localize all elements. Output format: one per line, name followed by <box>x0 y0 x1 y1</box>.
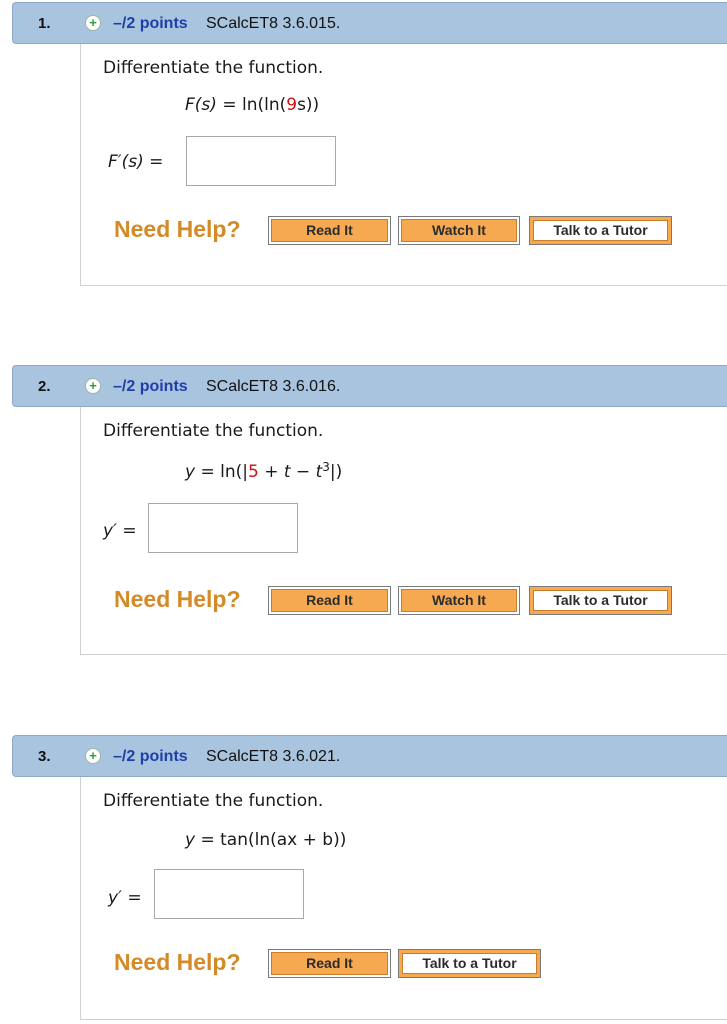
plus-circle-icon[interactable]: + <box>85 748 101 764</box>
question-header: 3. + –/2 points SCalcET8 3.6.021. <box>12 735 727 777</box>
answer-input[interactable] <box>148 503 298 553</box>
plus-circle-icon[interactable]: + <box>85 15 101 31</box>
question-header: 1. + –/2 points SCalcET8 3.6.015. <box>12 2 727 44</box>
read-it-button[interactable]: Read It <box>268 216 391 245</box>
eq-constant: 5 <box>247 462 259 482</box>
eq-lhs: y <box>185 830 196 850</box>
points-label: –/2 points <box>113 378 188 395</box>
question-number: 2. <box>38 378 51 395</box>
eq-post: s)) <box>297 95 320 115</box>
watch-it-button[interactable]: Watch It <box>398 216 520 245</box>
need-help-label: Need Help? <box>114 949 241 975</box>
watch-it-button[interactable]: Watch It <box>398 586 520 615</box>
read-it-button[interactable]: Read It <box>268 949 391 978</box>
talk-to-tutor-button[interactable]: Talk to a Tutor <box>529 216 672 245</box>
function-equation: y = ln(|5 + t − t3|) <box>185 460 343 482</box>
eq-lhs: F(s) <box>185 95 217 115</box>
answer-input[interactable] <box>186 136 336 186</box>
answer-input[interactable] <box>154 869 304 919</box>
question-body <box>80 44 727 286</box>
answer-label-text: y′ = <box>103 521 137 541</box>
eq-pre: ln(ln( <box>241 95 287 115</box>
eq-constant: 9 <box>286 95 298 115</box>
eq-lhs: y <box>185 462 196 482</box>
eq-sign: = <box>200 462 215 482</box>
eq-pre: ln(| <box>220 462 248 482</box>
function-equation: y = tan(ln(ax + b)) <box>185 830 346 850</box>
answer-label: y′ = <box>108 888 142 908</box>
eq-post: + t − t <box>258 462 323 482</box>
question-prompt: Differentiate the function. <box>103 58 324 78</box>
talk-to-tutor-button[interactable]: Talk to a Tutor <box>529 586 672 615</box>
eq-end: |) <box>329 462 343 482</box>
answer-label-text: y′ = <box>108 888 142 908</box>
eq-pre: tan(ln(ax + b)) <box>220 830 347 850</box>
eq-exponent: 3 <box>322 460 330 474</box>
points-label: –/2 points <box>113 748 188 765</box>
need-help-label: Need Help? <box>114 586 241 612</box>
function-equation: F(s) = ln(ln(9s)) <box>185 95 319 115</box>
read-it-button[interactable]: Read It <box>268 586 391 615</box>
question-header: 2. + –/2 points SCalcET8 3.6.016. <box>12 365 727 407</box>
answer-label: F′(s) = <box>108 152 163 172</box>
question-code: SCalcET8 3.6.015. <box>206 15 341 32</box>
question-prompt: Differentiate the function. <box>103 421 324 441</box>
eq-sign: = <box>222 95 237 115</box>
plus-circle-icon[interactable]: + <box>85 378 101 394</box>
answer-label: y′ = <box>103 521 137 541</box>
answer-label-text: F′(s) = <box>108 152 164 172</box>
eq-sign: = <box>200 830 215 850</box>
question-number: 1. <box>38 15 51 32</box>
points-label: –/2 points <box>113 15 188 32</box>
question-prompt: Differentiate the function. <box>103 791 324 811</box>
question-code: SCalcET8 3.6.021. <box>206 748 341 765</box>
talk-to-tutor-button[interactable]: Talk to a Tutor <box>398 949 541 978</box>
need-help-label: Need Help? <box>114 216 241 242</box>
question-code: SCalcET8 3.6.016. <box>206 378 341 395</box>
question-number: 3. <box>38 748 51 765</box>
